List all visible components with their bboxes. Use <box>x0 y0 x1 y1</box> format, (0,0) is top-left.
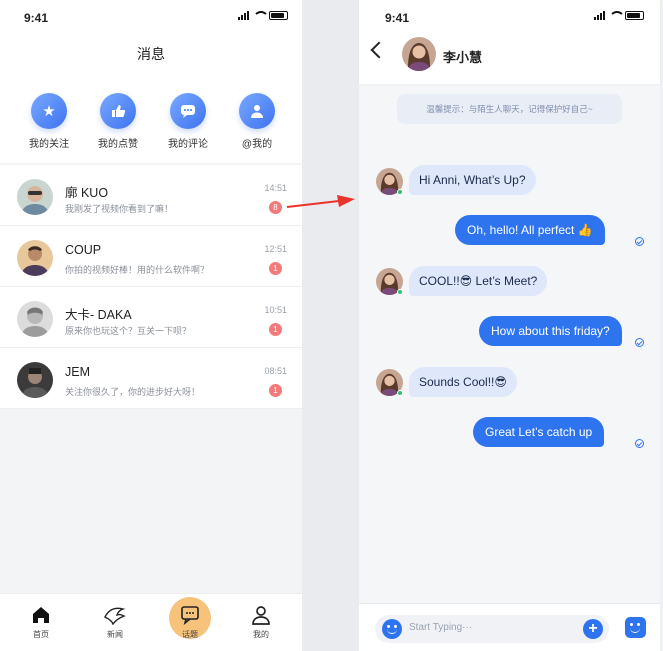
contact-name: 李小慧 <box>443 50 483 65</box>
input-placeholder: Start Typing··· <box>409 622 473 633</box>
avatar[interactable] <box>402 37 436 71</box>
back-chevron-icon[interactable] <box>370 41 388 59</box>
message-bubble-incoming[interactable]: Hi Anni, What’s Up? <box>409 165 536 195</box>
news-icon <box>90 604 140 626</box>
read-check-icon <box>635 237 644 246</box>
chat-bubble-icon <box>165 604 215 626</box>
online-dot <box>397 289 403 295</box>
online-dot <box>397 189 403 195</box>
quick-action-following[interactable]: ★ 我的关注 <box>19 93 79 150</box>
safety-notice: 温馨提示：与陌生人聊天，记得保护好自己~ <box>397 94 622 124</box>
status-time: 9:41 <box>385 11 410 25</box>
tab-profile[interactable]: 我的 <box>236 604 286 640</box>
home-icon <box>16 604 66 626</box>
status-bar: 9:41 <box>0 0 302 32</box>
chat-header: 9:41 李小慧 <box>359 0 660 84</box>
conversation-row[interactable]: JEM 关注你很久了，你的进步好大呀！ 08:51 1 <box>0 348 302 409</box>
unread-badge: 1 <box>269 262 282 275</box>
profile-icon <box>236 604 286 626</box>
wifi-icon <box>253 11 269 20</box>
add-attachment-icon[interactable]: + <box>583 619 603 639</box>
conversation-row[interactable]: COUP 你拍的视频好棒！用的什么软件啊？ 12:51 1 <box>0 226 302 287</box>
message-composer: Start Typing··· + <box>359 603 660 651</box>
message-bubble-outgoing[interactable]: Great Let’s catch up <box>473 417 605 447</box>
online-dot <box>397 390 403 396</box>
message-bubble-outgoing[interactable]: Oh, hello! All perfect 👍 <box>455 215 605 245</box>
message-bubble-incoming[interactable]: Sounds Cool!!😎 <box>409 367 517 397</box>
messages-screen: 9:41 消息 ★ 我的关注 我的点赞 我的评论 @我的 廓 KUO 我刚发了视… <box>0 0 302 651</box>
star-icon: ★ <box>31 93 67 129</box>
quick-action-likes[interactable]: 我的点赞 <box>88 93 148 150</box>
battery-icon <box>269 11 288 20</box>
tab-home[interactable]: 首页 <box>16 604 66 640</box>
unread-badge: 1 <box>269 384 282 397</box>
avatar <box>17 179 53 215</box>
signal-icon <box>238 11 249 20</box>
bottom-tab-bar: 首页 新闻 话题 我的 <box>0 593 302 651</box>
unread-badge: 1 <box>269 323 282 336</box>
quick-action-mentions[interactable]: @我的 <box>227 93 287 150</box>
signal-icon <box>594 11 605 20</box>
avatar <box>17 301 53 337</box>
chat-screen: 9:41 李小慧 温馨提示：与陌生人聊天，记得保护好自己~ Hi Anni, W… <box>359 0 660 651</box>
read-check-icon <box>635 439 644 448</box>
page-title: 消息 <box>137 46 165 62</box>
wifi-icon <box>609 11 625 20</box>
message-bubble-incoming[interactable]: COOL!!😎 Let’s Meet? <box>409 266 548 296</box>
emoji-icon[interactable] <box>382 619 402 639</box>
status-time: 9:41 <box>24 11 49 25</box>
comment-icon <box>170 93 206 129</box>
tab-news[interactable]: 新闻 <box>90 604 140 640</box>
message-bubble-outgoing[interactable]: How about this friday? <box>479 316 622 346</box>
background-gap <box>302 0 359 651</box>
arrow-right-icon <box>286 195 355 208</box>
quick-action-comments[interactable]: 我的评论 <box>158 93 218 150</box>
battery-icon <box>625 11 644 20</box>
unread-badge: 8 <box>269 201 282 214</box>
conversation-row[interactable]: 廓 KUO 我刚发了视频你看到了嘛！ 14:51 8 <box>0 165 302 226</box>
tab-topics[interactable]: 话题 <box>165 604 215 640</box>
avatar <box>17 362 53 398</box>
read-check-icon <box>635 338 644 347</box>
sticker-icon[interactable] <box>625 617 646 638</box>
conversation-row[interactable]: 大卡- DAKA 原来你也玩这个？互关一下呗？ 10:51 1 <box>0 287 302 348</box>
message-input[interactable]: Start Typing··· + <box>375 615 609 643</box>
avatar <box>17 240 53 276</box>
user-icon <box>239 93 275 129</box>
thumbs-up-icon <box>100 93 136 129</box>
conversation-list: 廓 KUO 我刚发了视频你看到了嘛！ 14:51 8 COUP 你拍的视频好棒！… <box>0 165 302 409</box>
